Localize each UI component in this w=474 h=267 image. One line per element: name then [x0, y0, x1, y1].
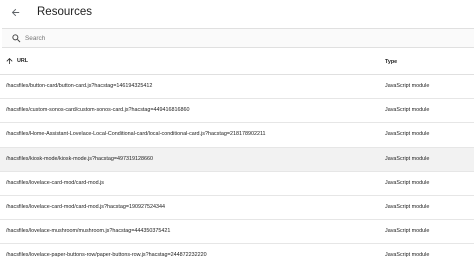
- type-cell: JavaScript module: [385, 228, 430, 235]
- url-cell: /hacsfiles/lovelace-paper-buttons-row/pa…: [6, 252, 207, 259]
- table-row[interactable]: /hacsfiles/button-card/button-card.js?ha…: [0, 75, 474, 100]
- table-row[interactable]: /hacsfiles/lovelace-card-mod/card-mod.js…: [0, 196, 474, 221]
- type-cell: JavaScript module: [385, 131, 430, 138]
- url-cell: /hacsfiles/button-card/button-card.js?ha…: [6, 83, 153, 89]
- search-bar: [2, 28, 474, 48]
- table-row[interactable]: /hacsfiles/Home-Assistant-Lovelace-Local…: [0, 123, 474, 148]
- toolbar: Resources: [0, 0, 474, 25]
- search-input[interactable]: [25, 31, 465, 45]
- url-cell: /hacsfiles/lovelace-card-mod/card-mod.js…: [6, 203, 165, 210]
- type-cell: JavaScript module: [385, 107, 430, 114]
- type-cell: JavaScript module: [385, 83, 430, 89]
- resources-table: URL Type /hacsfiles/button-card/button-c…: [0, 50, 474, 267]
- url-cell: /hacsfiles/Home-Assistant-Lovelace-Local…: [6, 131, 266, 138]
- table-row[interactable]: /hacsfiles/lovelace-card-mod/card-mod.js…: [0, 172, 474, 196]
- url-column-header[interactable]: URL: [5, 56, 28, 66]
- arrow-up-icon: [6, 58, 13, 64]
- back-button[interactable]: [6, 3, 24, 21]
- type-cell: JavaScript module: [385, 252, 430, 259]
- table-row[interactable]: /hacsfiles/lovelace-paper-buttons-row/pa…: [0, 244, 474, 267]
- url-column-label: URL: [17, 58, 29, 64]
- search-icon: [12, 34, 21, 43]
- url-cell: /hacsfiles/custom-sonos-card/custom-sono…: [6, 107, 190, 114]
- table-row[interactable]: /hacsfiles/custom-sonos-card/custom-sono…: [0, 99, 474, 124]
- table-row[interactable]: /hacsfiles/lovelace-mushroom/mushroom.js…: [0, 220, 474, 245]
- type-column-header[interactable]: Type: [385, 59, 397, 65]
- type-cell: JavaScript module: [385, 203, 430, 210]
- url-cell: /hacsfiles/lovelace-card-mod/card-mod.js: [6, 179, 104, 186]
- type-cell: JavaScript module: [385, 179, 430, 186]
- arrow-left-icon: [11, 8, 19, 16]
- page-title: Resources: [37, 6, 92, 18]
- url-cell: /hacsfiles/lovelace-mushroom/mushroom.js…: [6, 228, 171, 235]
- table-header: URL Type: [0, 50, 474, 75]
- resources-page: Resources URL Type /hacsfiles/button-car…: [0, 0, 474, 267]
- url-cell: /hacsfiles/kiosk-mode/kiosk-mode.js?hacs…: [6, 155, 153, 162]
- type-cell: JavaScript module: [385, 155, 430, 162]
- table-body: /hacsfiles/button-card/button-card.js?ha…: [0, 75, 474, 267]
- table-row[interactable]: /hacsfiles/kiosk-mode/kiosk-mode.js?hacs…: [0, 147, 474, 172]
